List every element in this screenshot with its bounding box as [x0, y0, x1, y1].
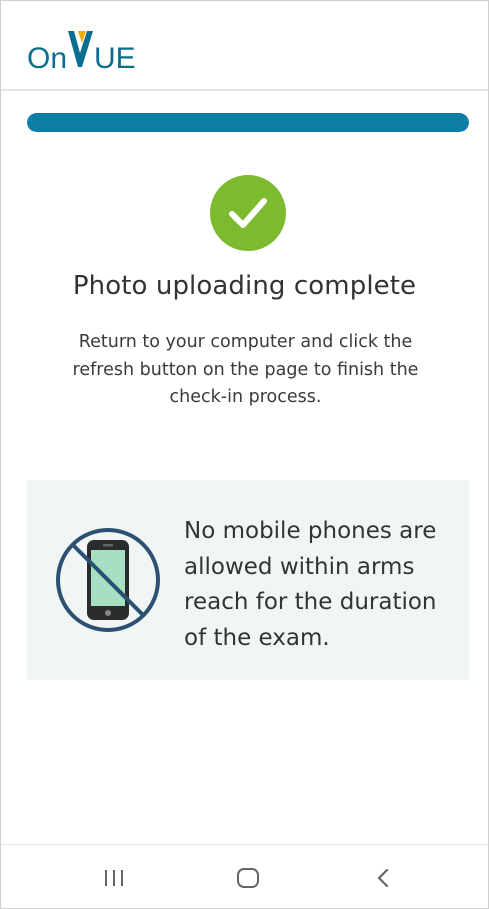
recent-apps-icon[interactable]: [99, 865, 129, 891]
upload-progress-fill: [27, 113, 469, 132]
svg-text:On: On: [27, 42, 67, 71]
check-circle-icon: [210, 175, 286, 251]
no-phone-notice: No mobile phones are allowed within arms…: [27, 480, 469, 680]
page-title: Photo uploading complete: [72, 271, 417, 301]
onvue-logo: On UE: [27, 23, 147, 71]
status-description: Return to your computer and click the re…: [72, 332, 419, 407]
back-icon[interactable]: [369, 865, 399, 891]
system-navigation-bar: [1, 844, 488, 908]
no-phone-notice-text: No mobile phones are allowed within arms…: [184, 518, 437, 651]
no-mobile-phone-icon: [54, 526, 162, 634]
svg-text:UE: UE: [94, 42, 136, 71]
app-frame: On UE Photo uploading complete Return to…: [0, 0, 489, 909]
upload-progress-bar: [27, 113, 469, 132]
app-header: On UE: [1, 1, 488, 91]
home-icon[interactable]: [233, 865, 263, 891]
